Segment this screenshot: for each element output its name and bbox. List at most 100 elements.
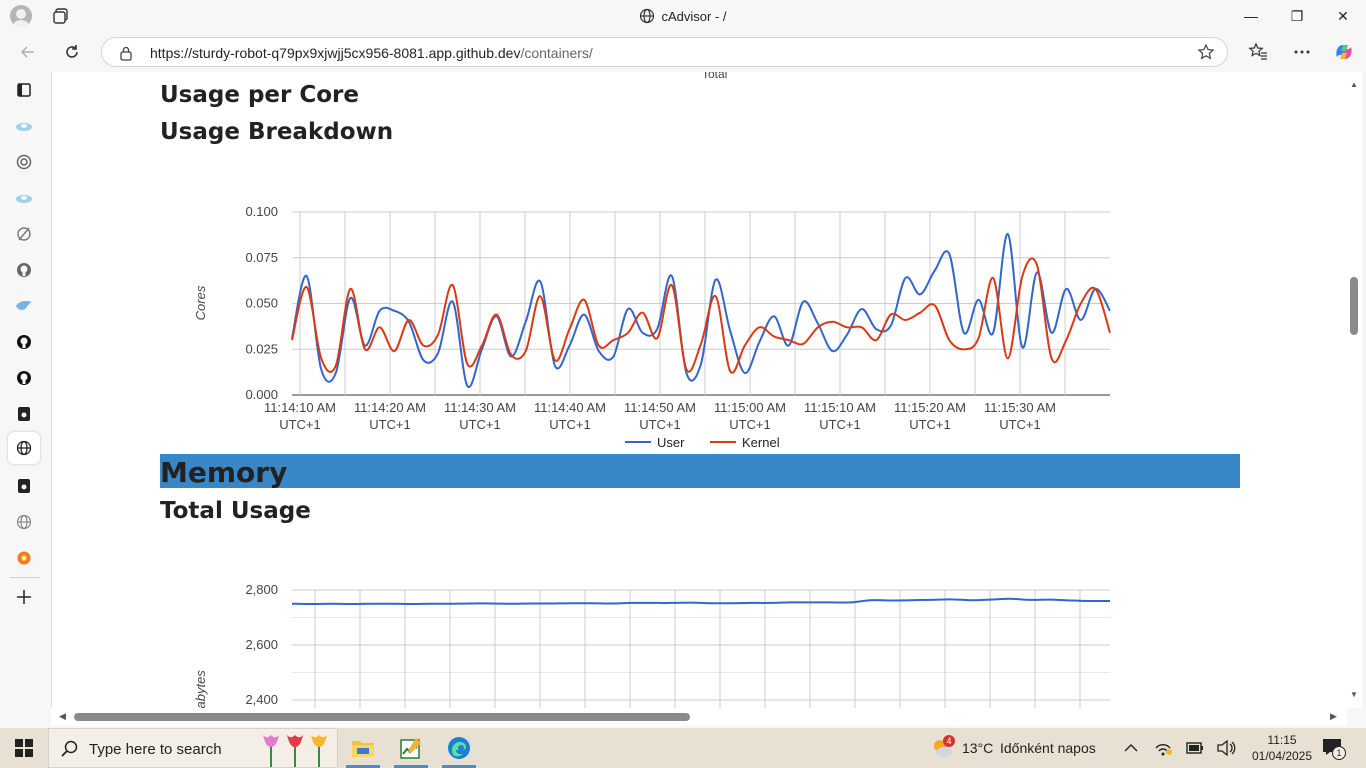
x-tick-label: 11:14:10 AM bbox=[264, 400, 336, 415]
y-tick-label: 2,800 bbox=[245, 582, 278, 597]
sidebar-item-github-2[interactable] bbox=[8, 326, 40, 358]
start-button[interactable] bbox=[0, 728, 48, 768]
search-placeholder: Type here to search bbox=[89, 741, 222, 758]
weather-temp[interactable]: 13°C bbox=[962, 740, 993, 756]
volume-icon[interactable] bbox=[1216, 740, 1236, 756]
globe-icon bbox=[16, 514, 32, 530]
sidebar-item-openai[interactable] bbox=[8, 146, 40, 178]
document-icon bbox=[18, 407, 30, 421]
x-tick-label: 11:14:30 AM bbox=[444, 400, 516, 415]
taskbar-clock[interactable]: 11:15 01/04/2025 bbox=[1250, 732, 1314, 764]
sidebar-item-doc-1[interactable] bbox=[8, 398, 40, 430]
sidebar-item-grafana[interactable] bbox=[8, 542, 40, 574]
taskbar-task-manager[interactable] bbox=[388, 728, 434, 768]
chevron-up-icon[interactable] bbox=[1124, 743, 1138, 753]
edge-icon bbox=[448, 737, 470, 759]
more-menu-button[interactable] bbox=[1288, 38, 1316, 66]
sidebar-item-globe-active[interactable] bbox=[8, 432, 40, 464]
x-tick-label: UTC+1 bbox=[729, 417, 771, 432]
x-tick-label: UTC+1 bbox=[279, 417, 321, 432]
usage-per-core-heading: Usage per Core bbox=[160, 82, 359, 108]
legend-label: Kernel bbox=[742, 435, 780, 450]
sidebar-add-button[interactable] bbox=[8, 581, 40, 613]
x-tick-label: UTC+1 bbox=[909, 417, 951, 432]
y-tick-label: 0.100 bbox=[245, 204, 278, 219]
x-tick-label: UTC+1 bbox=[459, 417, 501, 432]
sidebar-item-github-1[interactable] bbox=[8, 254, 40, 286]
grafana-icon bbox=[17, 551, 31, 565]
clock-date: 01/04/2025 bbox=[1251, 749, 1313, 763]
memory-series-line bbox=[291, 597, 1111, 606]
x-tick-label: 11:15:10 AM bbox=[804, 400, 876, 415]
back-arrow-icon bbox=[20, 46, 34, 58]
refresh-button[interactable] bbox=[58, 38, 86, 66]
sidebar-item-github-3[interactable] bbox=[8, 362, 40, 394]
x-tick-label: 11:14:40 AM bbox=[534, 400, 606, 415]
page-content: Total Usage per Core Usage Breakdown 0.0… bbox=[51, 72, 1351, 708]
document-icon bbox=[18, 479, 30, 493]
site-info-icon[interactable] bbox=[119, 45, 133, 61]
scroll-right-arrow[interactable]: ▶ bbox=[1330, 711, 1337, 722]
plus-icon bbox=[17, 590, 31, 604]
favorites-icon bbox=[1248, 42, 1267, 60]
github-icon bbox=[17, 335, 31, 349]
usage-breakdown-heading: Usage Breakdown bbox=[160, 119, 394, 145]
sidebar-item-bird[interactable] bbox=[8, 290, 40, 322]
openai-icon bbox=[16, 154, 32, 170]
sidebar-item-cloud-2[interactable] bbox=[8, 182, 40, 214]
favorites-button[interactable] bbox=[1244, 38, 1272, 66]
legend-label: User bbox=[657, 435, 685, 450]
vertical-scroll-thumb[interactable] bbox=[1350, 277, 1358, 335]
url-host: https://sturdy-robot-q79px9xjwjj5cx956-8… bbox=[150, 45, 521, 61]
minimize-glyph: — bbox=[1244, 8, 1258, 24]
maximize-button[interactable]: ❐ bbox=[1274, 0, 1320, 32]
taskbar: Type here to search 4 13°C Időnként napo… bbox=[0, 728, 1366, 768]
y-tick-label: 0.025 bbox=[245, 341, 278, 356]
taskbar-edge[interactable] bbox=[436, 728, 482, 768]
chart-app-icon bbox=[400, 738, 421, 759]
y-axis-label: Megabytes bbox=[193, 670, 208, 708]
x-tick-label: 11:14:20 AM bbox=[354, 400, 426, 415]
sidebar-tab-actions[interactable] bbox=[8, 74, 40, 106]
notification-center-button[interactable]: 1 bbox=[1322, 738, 1346, 760]
memory-section-title: Memory bbox=[160, 456, 288, 489]
copilot-button[interactable] bbox=[1330, 38, 1358, 66]
weather-text[interactable]: Időnként napos bbox=[1000, 740, 1096, 756]
search-icon bbox=[61, 740, 78, 757]
close-button[interactable]: ✕ bbox=[1320, 0, 1366, 32]
taskbar-file-explorer[interactable] bbox=[340, 728, 386, 768]
network-icon[interactable] bbox=[1154, 740, 1172, 756]
horizontal-scroll-thumb[interactable] bbox=[74, 713, 690, 721]
vertical-scrollbar[interactable]: ▲ ▼ bbox=[1347, 72, 1362, 708]
scroll-down-arrow[interactable]: ▼ bbox=[1350, 690, 1358, 699]
sidebar-item-perplexity[interactable] bbox=[8, 218, 40, 250]
x-tick-label: 11:15:30 AM bbox=[984, 400, 1056, 415]
x-tick-label: UTC+1 bbox=[819, 417, 861, 432]
globe-icon bbox=[16, 440, 32, 456]
y-tick-label: 0.075 bbox=[245, 250, 278, 265]
horizontal-scrollbar[interactable]: ◀ ▶ bbox=[51, 708, 1347, 726]
sidebar-item-globe[interactable] bbox=[8, 506, 40, 538]
url-input[interactable]: https://sturdy-robot-q79px9xjwjj5cx956-8… bbox=[101, 37, 1228, 67]
sidebar-item-doc-2[interactable] bbox=[8, 470, 40, 502]
battery-icon[interactable] bbox=[1186, 741, 1204, 755]
sidebar-item-cloud-1[interactable] bbox=[8, 110, 40, 142]
x-tick-label: 11:15:20 AM bbox=[894, 400, 966, 415]
bird-icon bbox=[16, 301, 32, 310]
scroll-up-arrow[interactable]: ▲ bbox=[1350, 80, 1358, 89]
x-tick-label: 11:14:50 AM bbox=[624, 400, 696, 415]
url-text: https://sturdy-robot-q79px9xjwjj5cx956-8… bbox=[150, 45, 593, 61]
slash-circle-icon bbox=[17, 227, 31, 241]
title-bar: cAdvisor - / — ❐ ✕ bbox=[0, 0, 1366, 32]
y-axis-label: Cores bbox=[193, 285, 208, 320]
back-button[interactable] bbox=[14, 38, 42, 66]
window-title-text: cAdvisor - / bbox=[661, 9, 727, 24]
tulips-icon bbox=[263, 735, 327, 767]
favorite-star-icon[interactable] bbox=[1197, 43, 1215, 61]
scroll-left-arrow[interactable]: ◀ bbox=[59, 711, 66, 722]
window-title: cAdvisor - / bbox=[0, 8, 1366, 24]
y-tick-label: 0.050 bbox=[245, 296, 278, 311]
globe-icon bbox=[640, 8, 655, 24]
taskbar-search-box[interactable]: Type here to search bbox=[48, 728, 338, 768]
minimize-button[interactable]: — bbox=[1228, 0, 1274, 32]
